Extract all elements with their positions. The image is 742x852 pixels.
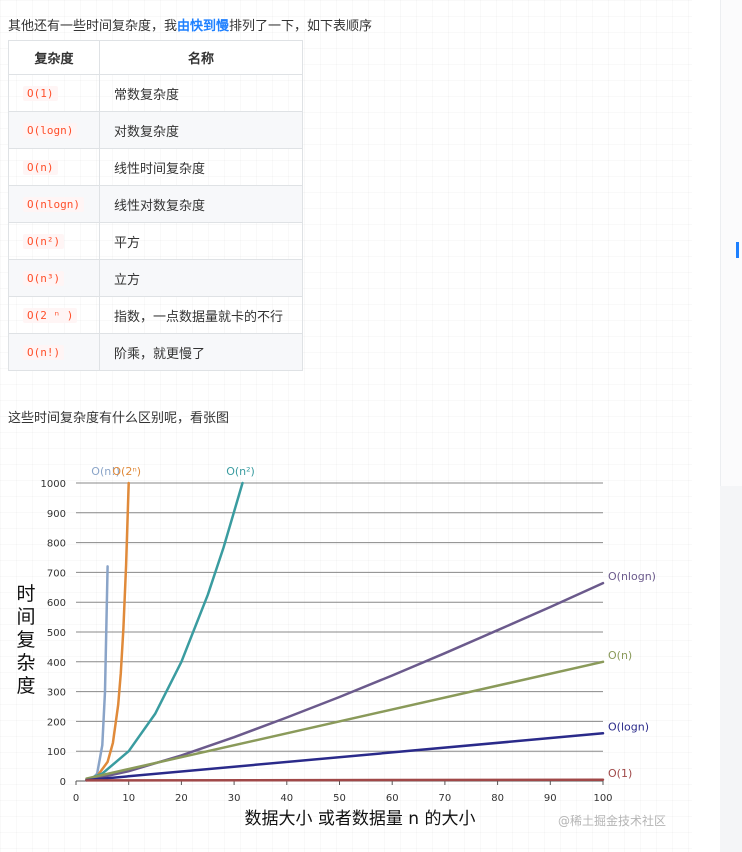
chart-intro-paragraph: 这些时间复杂度有什么区别呢，看张图 — [8, 411, 230, 426]
intro-highlight: 由快到慢 — [177, 19, 230, 34]
inline-code: O(2 ⁿ ) — [23, 307, 78, 323]
y-tick-label: 0 — [60, 777, 66, 788]
x-tick-label: 60 — [386, 793, 399, 804]
x-tick-label: 0 — [73, 793, 79, 804]
y-tick-label: 900 — [47, 509, 66, 520]
inline-code: O(n) — [23, 159, 58, 175]
series-label: O(n) — [608, 649, 632, 662]
table-cell-name: 常数复杂度 — [99, 74, 303, 112]
intro-paragraph: 其他还有一些时间复杂度，我由快到慢排列了一下，如下表顺序 — [8, 17, 372, 37]
x-tick-label: 50 — [333, 793, 346, 804]
complexity-chart: 0 100 200 300 400 500 600 700 800 900 1000 0 10 20 30 4… — [16, 465, 666, 829]
table-row: O(1) 常数复杂度 — [8, 74, 303, 112]
table-row: O(nlogn) 线性对数复杂度 — [8, 185, 303, 223]
y-tick-label: 100 — [47, 747, 66, 758]
y-axis-label-char: 复 — [16, 629, 35, 651]
table-cell-name: 平方 — [99, 222, 303, 260]
y-tick-label: 800 — [47, 539, 66, 550]
table-cell-code: O(nlogn) — [8, 185, 100, 223]
x-tick-label: 80 — [491, 793, 504, 804]
table-cell-code: O(n!) — [8, 333, 100, 371]
y-tick-label: 600 — [47, 598, 66, 609]
table-cell-name: 线性时间复杂度 — [99, 148, 303, 186]
watermark: @稀土掘金技术社区 — [558, 813, 666, 828]
y-axis-label-char: 杂 — [16, 652, 35, 674]
table-cell-code: O(2 ⁿ ) — [8, 296, 100, 334]
inline-code: O(n²) — [23, 233, 65, 249]
complexity-table: 复杂度 名称 O(1) 常数复杂度 O(logn) 对数复杂度 O(n) 线性时间复杂… — [8, 40, 303, 371]
table-cell-name: 阶乘，就更慢了 — [99, 333, 303, 371]
table-row: O(logn) 对数复杂度 — [8, 111, 303, 149]
y-tick-label: 400 — [47, 658, 66, 669]
x-tick-label: 70 — [439, 793, 452, 804]
series-label: O(logn) — [608, 720, 649, 733]
x-tick-label: 90 — [544, 793, 557, 804]
table-cell-code: O(logn) — [8, 111, 100, 149]
series-line — [85, 565, 109, 782]
table-row: O(n) 线性时间复杂度 — [8, 148, 303, 186]
x-tick-label: 10 — [122, 793, 135, 804]
x-tick-label: 40 — [280, 793, 293, 804]
inline-code: O(logn) — [23, 122, 78, 138]
toc-active-marker[interactable] — [736, 242, 739, 258]
table-row: O(n³) 立方 — [8, 259, 303, 297]
header-complexity: 复杂度 — [8, 40, 100, 75]
table-header-row: 复杂度 名称 — [8, 40, 303, 75]
x-tick-label: 100 — [593, 793, 612, 804]
table-cell-code: O(n³) — [8, 259, 100, 297]
y-tick-label: 1000 — [41, 479, 66, 490]
y-tick-label: 500 — [47, 628, 66, 639]
table-cell-name: 线性对数复杂度 — [99, 185, 303, 223]
inline-code: O(nlogn) — [23, 196, 84, 212]
right-sidebar — [720, 0, 742, 852]
series-label: O(n²) — [226, 465, 255, 478]
complexity-chart-figure: 0 100 200 300 400 500 600 700 800 900 1000 0 10 20 30 4… — [0, 440, 700, 840]
x-axis-label: 数据大小 或者数据量 n 的大小 — [245, 809, 476, 829]
table-row: O(n²) 平方 — [8, 222, 303, 260]
table-cell-code: O(n) — [8, 148, 100, 186]
header-name: 名称 — [99, 40, 303, 75]
inline-code: O(n³) — [23, 270, 65, 286]
series-line — [85, 732, 605, 782]
series-line — [85, 660, 605, 780]
series-line — [85, 481, 244, 782]
table-cell-name: 指数，一点数据量就卡的不行 — [99, 296, 303, 334]
y-axis-label-char: 度 — [16, 675, 35, 697]
intro-text-before: 其他还有一些时间复杂度，我 — [8, 19, 178, 34]
series-line — [85, 778, 605, 782]
y-tick-label: 700 — [47, 568, 66, 579]
table-row: O(2 ⁿ ) 指数，一点数据量就卡的不行 — [8, 296, 303, 334]
table-cell-name: 立方 — [99, 259, 303, 297]
x-tick-label: 30 — [228, 793, 241, 804]
table-cell-name: 对数复杂度 — [99, 111, 303, 149]
table-row: O(n!) 阶乘，就更慢了 — [8, 333, 303, 371]
intro-text-after: 排列了一下，如下表顺序 — [229, 19, 373, 34]
y-axis-label-char: 时 — [16, 583, 35, 605]
y-axis-label-char: 间 — [16, 606, 35, 628]
series-label: O(nlogn) — [608, 570, 656, 583]
inline-code: O(1) — [23, 85, 58, 101]
table-cell-code: O(1) — [8, 74, 100, 112]
y-tick-label: 200 — [47, 717, 66, 728]
table-cell-code: O(n²) — [8, 222, 100, 260]
x-tick-label: 20 — [175, 793, 188, 804]
series-label: O(1) — [608, 767, 632, 780]
series-label: O(2ⁿ) — [112, 465, 141, 478]
inline-code: O(n!) — [23, 344, 65, 360]
series-line — [85, 481, 130, 782]
y-tick-label: 300 — [47, 688, 66, 699]
